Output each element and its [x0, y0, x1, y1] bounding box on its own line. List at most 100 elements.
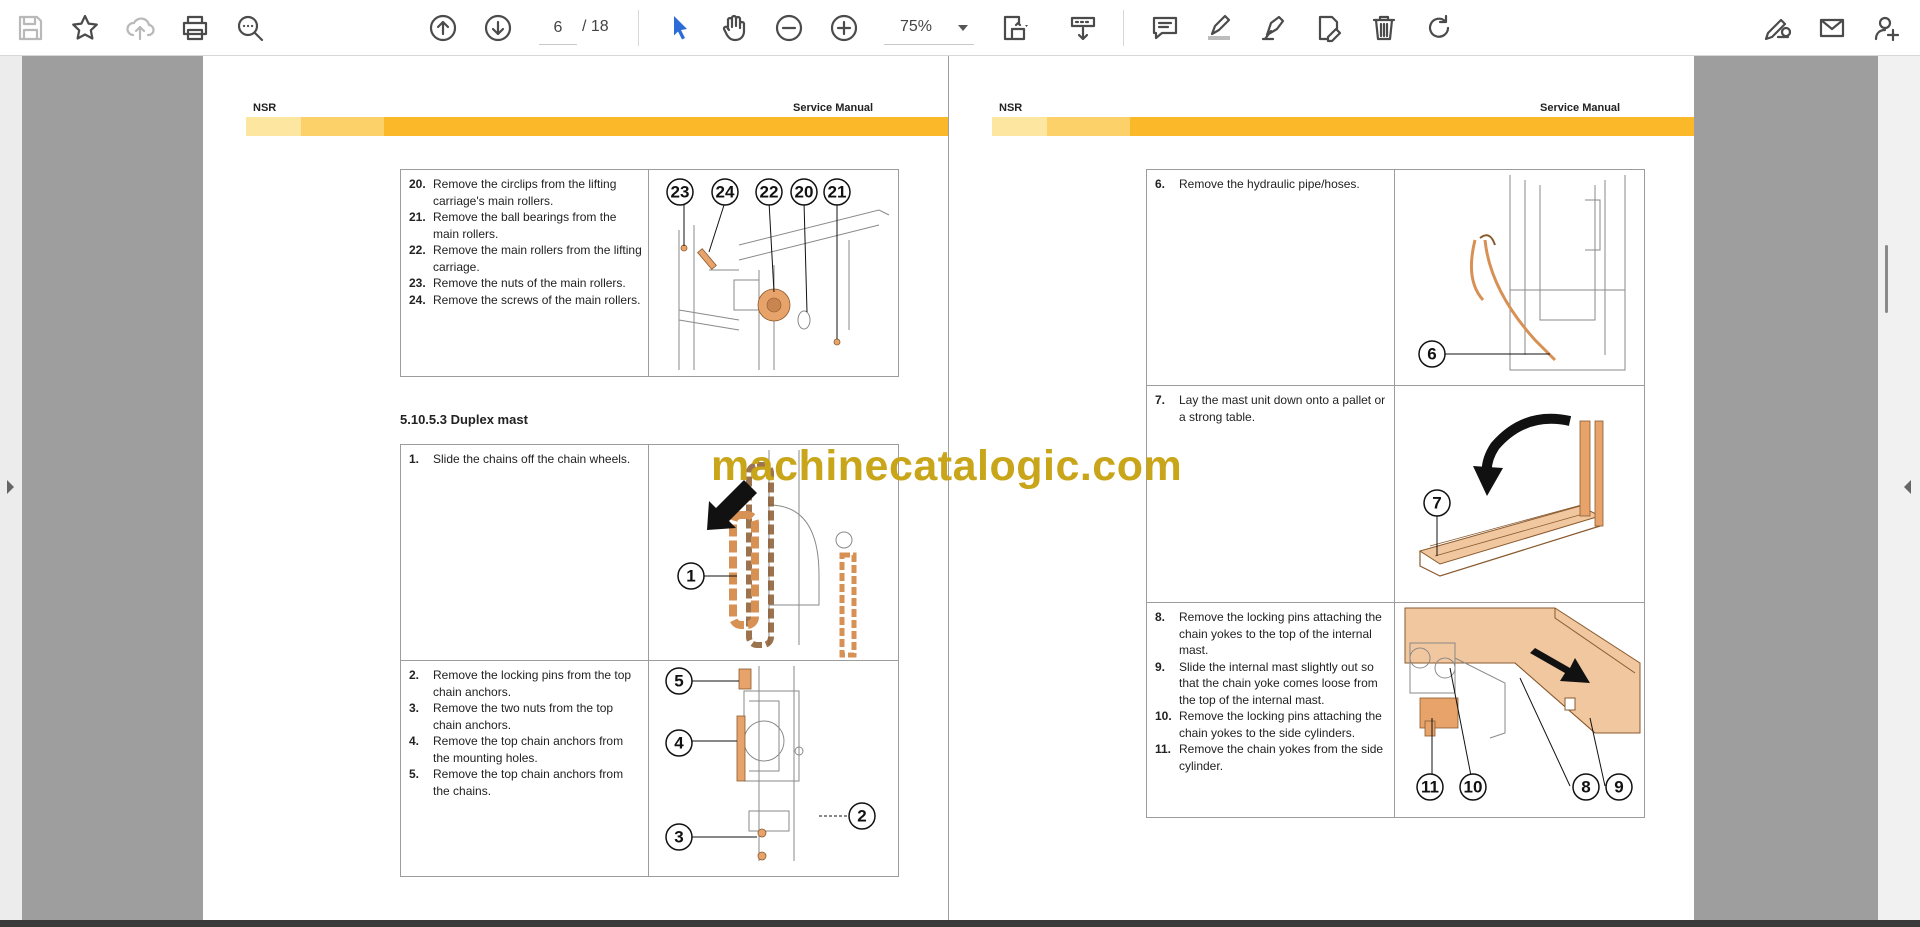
add-user-icon[interactable]: [1867, 8, 1907, 48]
list-item: 9. Slide the internal mast slightly out s…: [1155, 659, 1378, 707]
share-link-icon[interactable]: [1757, 8, 1797, 48]
list-item: 2. Remove the locking pins from the top c…: [409, 668, 632, 699]
save-icon[interactable]: [10, 8, 50, 48]
page-total: / 18: [582, 18, 609, 35]
roller-illustration: 23 24 22 20 21: [666, 178, 890, 370]
header-right: Service Manual: [793, 102, 874, 114]
zoom-value: 75%: [900, 18, 933, 35]
scrollbar-thumb[interactable]: [1885, 245, 1888, 313]
header-band: [992, 117, 1694, 136]
printer-icon[interactable]: [175, 8, 215, 48]
callout-20: 20: [790, 178, 818, 206]
svg-text:10: 10: [1464, 778, 1483, 797]
list-item: 1. Slide the chains off the chain wheels.: [409, 452, 631, 466]
list-item: 8. Remove the locking pins attaching the …: [1155, 610, 1382, 657]
svg-text:1: 1: [686, 567, 695, 586]
svg-text:9: 9: [1614, 778, 1623, 797]
minus-circle-icon[interactable]: [769, 8, 809, 48]
list-item: 11. Remove the chain yokes from the side …: [1155, 742, 1384, 773]
illustration-cell: 5 4 2 3: [648, 660, 899, 877]
callout-21: 21: [823, 178, 851, 206]
arrow-up-circle-icon[interactable]: [423, 8, 463, 48]
steps-table-top: 20. Remove the circlips from the lifting …: [400, 169, 899, 377]
draw-icon[interactable]: [1254, 8, 1294, 48]
divider: [1123, 10, 1124, 46]
hydraulic-hose-illustration: 6: [1418, 175, 1626, 371]
svg-text:3: 3: [674, 828, 683, 847]
steps-text: 8. Remove the locking pins attaching the …: [1146, 602, 1395, 818]
header-right: Service Manual: [1540, 102, 1621, 114]
callout-6: 6: [1418, 340, 1446, 368]
list-item: 22. Remove the main rollers from the lift…: [409, 243, 642, 274]
callout-1: 1: [677, 562, 705, 590]
steps-text: 20. Remove the circlips from the lifting …: [400, 169, 649, 377]
list-item: 20. Remove the circlips from the lifting …: [409, 177, 617, 208]
list-item: 6. Remove the hydraulic pipe/hoses.: [1155, 177, 1360, 191]
list-item: 5. Remove the top chain anchors from the …: [409, 767, 624, 798]
header-title: NSR: [999, 102, 1023, 114]
plus-circle-icon[interactable]: [824, 8, 864, 48]
rotate-icon[interactable]: [1419, 8, 1459, 48]
left-panel-toggle[interactable]: [0, 56, 22, 920]
illustration-cell: 7: [1394, 385, 1645, 603]
list-item: 21. Remove the ball bearings from the mai…: [409, 210, 617, 241]
search-icon[interactable]: [230, 8, 270, 48]
svg-text:6: 6: [1427, 345, 1436, 364]
mast-laydown-illustration: 7: [1418, 413, 1604, 577]
delete-icon[interactable]: [1364, 8, 1404, 48]
scroll-mode-icon[interactable]: [1063, 8, 1103, 48]
svg-text:24: 24: [716, 183, 735, 202]
svg-text:11: 11: [1421, 778, 1439, 797]
list-item: 3. Remove the two nuts from the top chain…: [409, 701, 614, 732]
watermark: machinecatalogic.com: [711, 442, 1183, 490]
highlight-icon[interactable]: [1199, 8, 1239, 48]
arrow-down-circle-icon[interactable]: [478, 8, 518, 48]
star-icon[interactable]: [65, 8, 105, 48]
chevron-down-icon: [958, 25, 968, 31]
list-item: 4. Remove the top chain anchors from the …: [409, 734, 624, 765]
zoom-select[interactable]: 75%: [884, 11, 974, 45]
hand-icon[interactable]: [714, 8, 754, 48]
cloud-upload-icon[interactable]: [120, 8, 160, 48]
chevron-right-icon: [7, 480, 14, 494]
steps-text: 6. Remove the hydraulic pipe/hoses.: [1146, 169, 1395, 386]
comment-icon[interactable]: [1145, 8, 1185, 48]
email-icon[interactable]: [1812, 8, 1852, 48]
svg-text:21: 21: [828, 183, 847, 202]
svg-text:5: 5: [674, 672, 683, 691]
svg-text:22: 22: [760, 183, 779, 202]
toolbar: / 18 75%: [0, 0, 1920, 56]
svg-text:23: 23: [671, 183, 690, 202]
callout-3: 3: [665, 823, 693, 851]
page-fit-icon[interactable]: [995, 8, 1035, 48]
fill-sign-icon[interactable]: [1309, 8, 1349, 48]
header-band: [246, 117, 948, 136]
svg-text:7: 7: [1432, 494, 1441, 513]
callout-10: 10: [1459, 773, 1487, 801]
callout-24: 24: [711, 178, 739, 206]
illustration-cell: 6: [1394, 169, 1645, 386]
svg-text:2: 2: [857, 807, 866, 826]
status-strip: [0, 920, 1920, 927]
list-item: 10. Remove the locking pins attaching the…: [1155, 709, 1382, 740]
divider: [638, 10, 639, 46]
svg-text:20: 20: [795, 183, 814, 202]
cursor-icon[interactable]: [660, 8, 700, 48]
steps-text: 1. Slide the chains off the chain wheels.: [400, 444, 649, 661]
callout-9: 9: [1605, 773, 1633, 801]
illustration-cell: 11 10 8 9: [1394, 602, 1645, 818]
callout-2: 2: [848, 802, 876, 830]
callout-4: 4: [665, 729, 693, 757]
steps-text: 7. Lay the mast unit down onto a pallet o…: [1146, 385, 1395, 603]
svg-text:4: 4: [674, 734, 684, 753]
list-item: 7. Lay the mast unit down onto a pallet o…: [1155, 393, 1386, 424]
callout-5: 5: [665, 667, 693, 695]
header-title: NSR: [253, 102, 277, 114]
page-number-input[interactable]: [539, 11, 577, 45]
callout-22: 22: [755, 178, 783, 206]
callout-11: 11: [1416, 773, 1444, 801]
callout-23: 23: [666, 178, 694, 206]
list-item: 24. Remove the screws of the main rollers…: [409, 292, 641, 307]
right-panel-toggle[interactable]: [1878, 56, 1920, 920]
chain-anchor-illustration: 5 4 2 3: [665, 666, 876, 861]
